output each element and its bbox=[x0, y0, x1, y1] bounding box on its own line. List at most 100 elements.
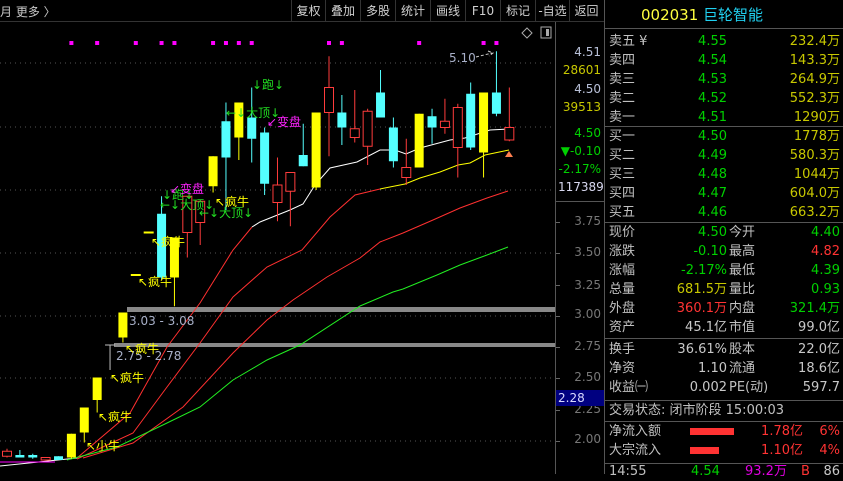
ask-row[interactable]: 卖一 4.51 1290万 bbox=[605, 108, 843, 127]
toolbar: 月 更多 〉 复权 叠加 多股 统计 画线 F10 标记 -自选 返回 bbox=[0, 0, 604, 22]
candle bbox=[349, 90, 360, 143]
candle bbox=[491, 51, 501, 117]
ask-volume: 1290万 bbox=[793, 110, 840, 125]
candle-body bbox=[427, 116, 437, 128]
stat-value: 4.40 bbox=[811, 225, 840, 240]
bid-row[interactable]: 买五 4.46 663.2万 bbox=[605, 203, 843, 222]
stat-value: -2.17% bbox=[681, 263, 727, 278]
signal-dot bbox=[339, 41, 344, 45]
candle bbox=[247, 87, 257, 163]
signal-crazy-bull: ↖疯牛 bbox=[110, 371, 145, 385]
stat-value: 321.4万 bbox=[789, 301, 840, 316]
stat-value: 4.39 bbox=[811, 263, 840, 278]
restore-rights-button[interactable]: 复权 bbox=[291, 0, 325, 22]
stat-value: 0.93 bbox=[811, 282, 840, 297]
stat-label: 涨幅 bbox=[609, 263, 636, 278]
stat-label: 内盘 bbox=[729, 301, 756, 316]
back-button[interactable]: 返回 bbox=[569, 0, 603, 22]
fund-flow-row: 净流入额 1.78亿 6% bbox=[605, 422, 843, 441]
candle-body bbox=[414, 113, 424, 168]
tick-price: 4.54 bbox=[691, 464, 720, 479]
readout-change: ▼-0.10 bbox=[560, 144, 601, 158]
signal-dot bbox=[249, 41, 254, 45]
ask-price: 4.55 bbox=[698, 34, 727, 49]
readout-price: 4.50 bbox=[574, 82, 601, 96]
fundamental-row: 净资 1.10 流通 18.6亿 bbox=[605, 359, 843, 378]
stock-title: 002031 巨轮智能 bbox=[605, 0, 843, 29]
stat-value: 45.1亿 bbox=[685, 320, 727, 335]
bid-row[interactable]: 买二 4.49 580.3万 bbox=[605, 146, 843, 165]
statistics-button[interactable]: 统计 bbox=[395, 0, 430, 22]
high-arrow-icon bbox=[475, 50, 495, 58]
signal-dot bbox=[417, 41, 422, 45]
gap-zone-upper bbox=[127, 307, 555, 312]
ask-volume: 143.3万 bbox=[789, 53, 840, 68]
more-menu[interactable]: 月 更多 〉 bbox=[0, 3, 56, 20]
signal-turning: ↙变盘 bbox=[170, 182, 205, 196]
flow-amount: 1.78亿 bbox=[761, 424, 803, 439]
multi-stock-button[interactable]: 多股 bbox=[360, 0, 395, 22]
stat-label: 量比 bbox=[729, 282, 756, 297]
mark-button[interactable]: 标记 bbox=[500, 0, 535, 22]
draw-line-button[interactable]: 画线 bbox=[430, 0, 465, 22]
stock-name: 巨轮智能 bbox=[703, 6, 764, 24]
bid-row[interactable]: 买四 4.47 604.0万 bbox=[605, 184, 843, 203]
candle bbox=[15, 450, 25, 458]
diamond-icon[interactable] bbox=[521, 27, 533, 39]
candle-body bbox=[54, 456, 64, 460]
signal-crazy-bull: ↖疯牛 bbox=[98, 410, 133, 424]
cursor-price-label: 2.28 bbox=[556, 390, 605, 406]
candle bbox=[376, 70, 386, 118]
gap-zone-upper-label: 3.03 - 3.08 bbox=[129, 314, 195, 328]
ask-row[interactable]: 卖三 4.53 264.9万 bbox=[605, 70, 843, 89]
stat-value: -0.10 bbox=[693, 244, 727, 259]
flow-label: 大宗流入 bbox=[609, 443, 662, 458]
tick-side: B bbox=[801, 464, 810, 479]
ask-volume: 552.3万 bbox=[789, 91, 840, 106]
candle-body bbox=[79, 407, 89, 433]
candle-body bbox=[247, 117, 257, 139]
ask-row[interactable]: 卖四 4.54 143.3万 bbox=[605, 51, 843, 70]
f10-button[interactable]: F10 bbox=[465, 0, 500, 22]
candle bbox=[298, 123, 308, 167]
candle bbox=[285, 172, 296, 227]
candle-body bbox=[349, 128, 360, 138]
panel-toggle-icon[interactable] bbox=[540, 26, 552, 39]
candle bbox=[466, 82, 476, 150]
overlay-button[interactable]: 叠加 bbox=[325, 0, 360, 22]
ask-row[interactable]: 卖五 ¥ 4.55 232.4万 bbox=[605, 32, 843, 51]
candle-body bbox=[285, 172, 296, 192]
ask-label: 卖三 bbox=[609, 72, 636, 87]
candle bbox=[362, 108, 373, 165]
remove-watchlist-button[interactable]: -自选 bbox=[535, 0, 569, 22]
tick-time: 14:55 bbox=[609, 464, 647, 479]
stat-row: 外盘 360.1万 内盘 321.4万 bbox=[605, 299, 843, 318]
candle bbox=[2, 448, 12, 458]
candle-body bbox=[376, 92, 386, 118]
ask-row[interactable]: 卖二 4.52 552.3万 bbox=[605, 89, 843, 108]
candle bbox=[504, 87, 515, 142]
bid-volume: 1044万 bbox=[793, 167, 840, 182]
flow-pct: 6% bbox=[819, 424, 840, 439]
candle bbox=[439, 98, 450, 134]
candle-body bbox=[2, 450, 12, 457]
bid-volume: 580.3万 bbox=[789, 148, 840, 163]
candle bbox=[311, 112, 321, 190]
bid-row[interactable]: 买三 4.48 1044万 bbox=[605, 165, 843, 184]
bid-price: 4.49 bbox=[698, 148, 727, 163]
candle bbox=[324, 56, 334, 157]
bid-price: 4.50 bbox=[698, 129, 727, 144]
bid-row[interactable]: 买一 4.50 1778万 bbox=[605, 127, 843, 146]
fundamental-row: 换手 36.61% 股本 22.0亿 bbox=[605, 340, 843, 359]
bid-label: 买四 bbox=[609, 186, 636, 201]
signal-dot bbox=[159, 41, 164, 45]
stat-label: 股本 bbox=[729, 342, 756, 357]
candle-body bbox=[272, 184, 283, 203]
signal-run: ↓跑↓ bbox=[252, 78, 285, 92]
ask-price: 4.53 bbox=[698, 72, 727, 87]
signal-crazy-bull: ↖疯牛 bbox=[138, 275, 173, 289]
candle bbox=[28, 453, 38, 459]
candle-body bbox=[118, 312, 128, 338]
period-high-label: 5.10 bbox=[449, 51, 476, 65]
readout-close: 4.50 bbox=[574, 126, 601, 140]
